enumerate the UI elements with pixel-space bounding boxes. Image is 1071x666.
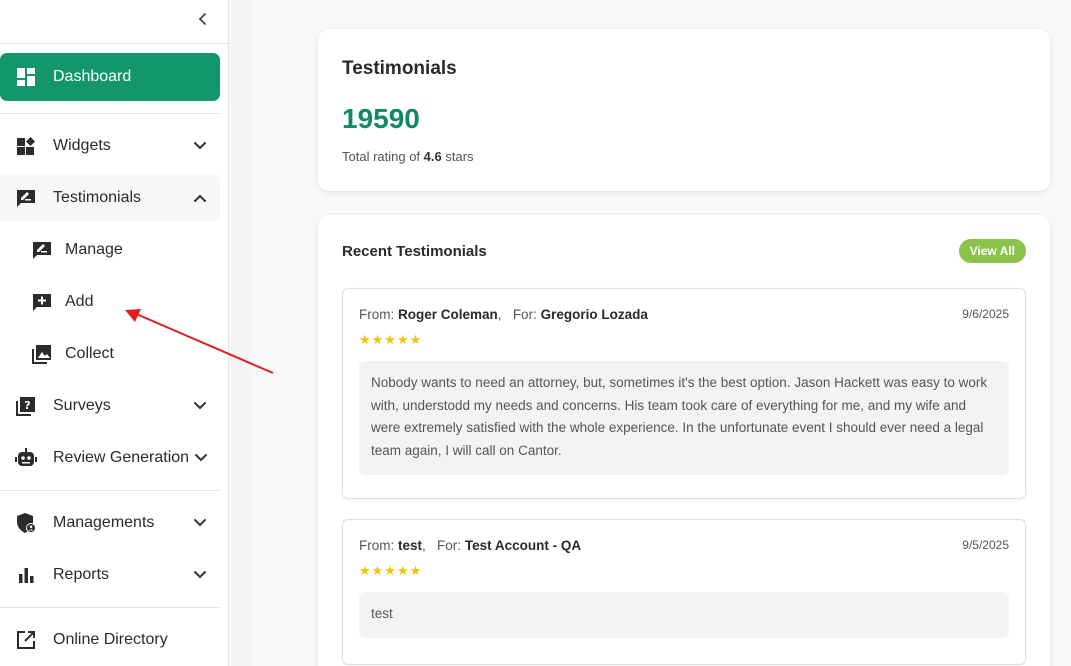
bar-chart-icon <box>14 563 38 587</box>
svg-text:?: ? <box>24 399 30 412</box>
sidebar-item-online-directory[interactable]: Online Directory <box>0 616 220 664</box>
rating-summary: Total rating of 4.6 stars <box>342 149 474 164</box>
recent-testimonials-title: Recent Testimonials <box>342 243 487 260</box>
sidebar-item-label: Online Directory <box>53 631 168 648</box>
sidebar-item-label: Reports <box>53 566 110 583</box>
testimonials-count: 19590 <box>342 103 420 134</box>
chevron-down-icon <box>191 448 211 468</box>
summary-title: Testimonials <box>342 58 457 79</box>
rating-prefix: Total rating of <box>342 149 421 164</box>
shield-user-icon <box>14 511 38 535</box>
for-label: For: <box>437 538 462 553</box>
chevron-left-icon <box>198 13 206 25</box>
sidebar-item-surveys[interactable]: ? Surveys <box>0 382 220 430</box>
sidebar: Dashboard Widgets Testimonials Manage Ad… <box>0 0 229 666</box>
chevron-up-icon <box>190 188 210 208</box>
from-name: Roger Coleman <box>398 307 498 322</box>
main-content: Testimonials 19590 Total rating of 4.6 s… <box>252 0 1071 666</box>
sidebar-item-label: Managements <box>53 514 155 531</box>
dashboard-icon <box>14 65 38 89</box>
sidebar-item-label: Review Generation <box>53 449 190 466</box>
sidebar-subitem-label: Collect <box>65 345 114 362</box>
surveys-icon: ? <box>14 394 38 418</box>
sidebar-subitem-collect[interactable]: Collect <box>0 330 220 378</box>
from-label: From: <box>359 538 395 553</box>
chevron-down-icon <box>190 396 210 416</box>
testimonial-item: From: test, For: Test Account - QA 9/5/2… <box>342 519 1026 665</box>
testimonial-meta: From: Roger Coleman, For: Gregorio Lozad… <box>359 307 648 322</box>
sidebar-item-review-generation[interactable]: Review Generation <box>0 434 220 482</box>
add-comment-icon <box>30 290 54 314</box>
rating-value: 4.6 <box>423 149 442 164</box>
sidebar-divider <box>0 490 220 491</box>
testimonial-date: 9/5/2025 <box>962 538 1009 552</box>
star-rating: ★★★★★ <box>359 332 423 347</box>
sidebar-subitem-manage[interactable]: Manage <box>0 226 220 274</box>
sidebar-item-dashboard[interactable]: Dashboard <box>0 53 220 101</box>
widgets-icon <box>14 134 38 158</box>
chevron-down-icon <box>190 513 210 533</box>
sidebar-subitem-label: Add <box>65 293 94 310</box>
sidebar-item-label: Widgets <box>53 137 111 154</box>
testimonial-text: test <box>359 592 1009 638</box>
testimonial-item: From: Roger Coleman, For: Gregorio Lozad… <box>342 288 1026 499</box>
for-name: Test Account - QA <box>464 538 582 553</box>
testimonials-summary-card: Testimonials 19590 Total rating of 4.6 s… <box>318 29 1050 191</box>
collapse-sidebar-button[interactable] <box>193 9 213 29</box>
sidebar-divider <box>0 607 220 608</box>
testimonial-date: 9/6/2025 <box>962 307 1009 321</box>
from-name: test <box>398 538 423 553</box>
for-label: For: <box>512 307 537 322</box>
sidebar-subitem-add[interactable]: Add <box>0 278 220 326</box>
sidebar-item-label: Surveys <box>53 397 111 414</box>
sidebar-header <box>0 0 228 44</box>
for-name: Gregorio Lozada <box>540 307 648 322</box>
sidebar-item-reports[interactable]: Reports <box>0 551 220 599</box>
testimonials-icon <box>14 186 38 210</box>
view-all-button[interactable]: View All <box>958 239 1026 263</box>
testimonial-meta: From: test, For: Test Account - QA <box>359 538 582 553</box>
chevron-down-icon <box>190 136 210 156</box>
robot-icon <box>14 446 38 470</box>
rating-suffix: stars <box>445 149 474 164</box>
sidebar-item-label: Dashboard <box>53 68 132 85</box>
testimonial-text: Nobody wants to need an attorney, but, s… <box>359 361 1009 475</box>
external-link-icon <box>14 628 38 652</box>
from-label: From: <box>359 307 395 322</box>
sidebar-item-managements[interactable]: Managements <box>0 499 220 547</box>
recent-testimonials-card: Recent Testimonials View All From: Roger… <box>318 215 1050 666</box>
sidebar-subitem-label: Manage <box>65 241 123 258</box>
edit-comment-icon <box>30 238 54 262</box>
sidebar-item-testimonials[interactable]: Testimonials <box>0 174 220 222</box>
sidebar-item-label: Testimonials <box>53 189 142 206</box>
chevron-down-icon <box>190 565 210 585</box>
star-rating: ★★★★★ <box>359 563 423 578</box>
photo-library-icon <box>30 342 54 366</box>
sidebar-divider <box>0 113 220 114</box>
sidebar-item-widgets[interactable]: Widgets <box>0 122 220 170</box>
